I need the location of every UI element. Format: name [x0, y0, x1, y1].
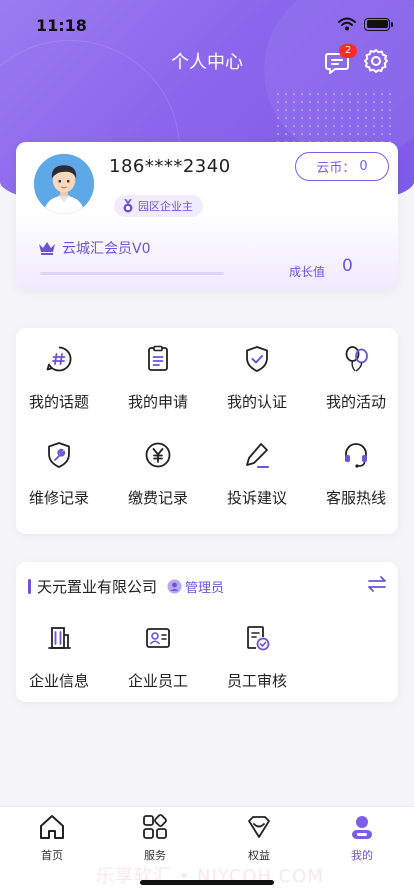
service-label: 投诉建议	[226, 489, 287, 507]
status-time: 11:18	[36, 16, 87, 35]
growth-value: 0	[342, 256, 353, 276]
service-my-activities[interactable]: 我的活动	[308, 345, 404, 425]
crown-icon	[39, 242, 55, 255]
status-icons	[338, 17, 393, 31]
company-item-label: 员工审核	[226, 672, 287, 690]
company-name: 天元置业有限公司	[37, 578, 158, 596]
settings-gear-icon[interactable]	[363, 48, 389, 74]
company-employees[interactable]: 企业员工	[110, 624, 206, 704]
wifi-icon	[338, 17, 356, 31]
company-info[interactable]: 企业信息	[11, 624, 107, 704]
member-level-label: 云城汇会员V0	[62, 241, 151, 257]
growth-progress-bar	[40, 272, 224, 275]
role-badge: 园区企业主	[114, 195, 203, 217]
yuan-icon	[145, 442, 171, 468]
battery-icon	[364, 17, 393, 31]
company-header: 天元置业有限公司 管理员	[28, 576, 224, 597]
member-level[interactable]: 云城汇会员V0	[38, 238, 150, 258]
tab-label: 首页	[41, 849, 63, 862]
company-card: 天元置业有限公司 管理员 企业信息 企业员工 员工审核	[16, 562, 398, 702]
clipboard-icon	[148, 345, 168, 371]
shield-check-icon	[246, 346, 268, 372]
service-label: 客服热线	[325, 489, 386, 507]
avatar-illustration	[34, 154, 94, 214]
employee-review[interactable]: 员工审核	[209, 624, 305, 704]
swap-icon[interactable]	[366, 573, 388, 595]
service-label: 维修记录	[28, 489, 89, 507]
home-icon	[40, 815, 64, 839]
tab-label: 服务	[144, 849, 166, 862]
admin-badge: 管理员	[167, 577, 224, 596]
service-my-applications[interactable]: 我的申请	[110, 345, 206, 425]
coin-balance-button[interactable]: 云币： 0	[295, 152, 389, 181]
phone-number: 186****2340	[109, 156, 231, 177]
tab-label: 我的	[351, 849, 373, 862]
wrench-shield-icon	[48, 442, 70, 468]
balloons-icon	[345, 346, 368, 372]
company-item-label: 企业信息	[28, 672, 89, 690]
service-label: 我的申请	[127, 393, 188, 411]
company-item-label: 企业员工	[127, 672, 188, 690]
service-hotline[interactable]: 客服热线	[308, 441, 404, 521]
coin-label: 云币：	[316, 161, 356, 176]
document-check-icon	[247, 626, 270, 651]
service-my-verification[interactable]: 我的认证	[209, 345, 305, 425]
role-badge-label: 园区企业主	[138, 200, 193, 213]
gem-icon	[248, 816, 270, 838]
building-icon	[48, 627, 71, 649]
tab-mine[interactable]: 我的	[322, 813, 402, 863]
accent-bar	[28, 579, 31, 594]
service-my-topics[interactable]: 我的话题	[11, 345, 107, 425]
headset-icon	[345, 443, 367, 468]
avatar[interactable]	[32, 152, 96, 216]
service-payment-records[interactable]: 缴费记录	[110, 441, 206, 521]
home-indicator	[140, 880, 274, 885]
tab-services[interactable]: 服务	[115, 813, 195, 863]
message-count-badge: 2	[339, 44, 357, 58]
service-label: 我的认证	[226, 393, 287, 411]
service-label: 我的话题	[28, 393, 89, 411]
status-bar: 11:18	[0, 0, 414, 46]
id-card-icon	[146, 628, 170, 648]
user-circle-icon	[167, 579, 182, 594]
tab-benefits[interactable]: 权益	[219, 813, 299, 863]
pencil-icon	[246, 443, 269, 468]
medal-icon	[123, 199, 133, 213]
service-repair-records[interactable]: 维修记录	[11, 441, 107, 521]
services-card: 我的话题 我的申请 我的认证 我的活动 维修记录 缴费记录 投诉建议 客服热线	[16, 328, 398, 534]
admin-badge-label: 管理员	[185, 581, 225, 596]
service-label: 缴费记录	[127, 489, 188, 507]
coin-value: 0	[359, 159, 368, 174]
decorative-dots	[274, 90, 394, 150]
tab-label: 权益	[248, 849, 270, 862]
user-icon	[352, 816, 372, 839]
service-label: 我的活动	[325, 393, 386, 411]
tab-home[interactable]: 首页	[12, 813, 92, 863]
service-complaints[interactable]: 投诉建议	[209, 441, 305, 521]
apps-icon	[143, 814, 167, 839]
profile-card[interactable]: 186****2340 园区企业主 云币： 0 云城汇会员V0 成长值 0	[16, 142, 398, 290]
growth-label: 成长值	[289, 265, 326, 279]
hashtag-chat-icon	[46, 346, 72, 372]
